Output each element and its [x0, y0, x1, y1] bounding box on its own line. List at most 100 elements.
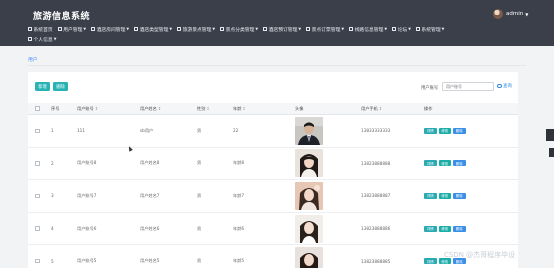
sort-icon[interactable]: ⇕	[158, 106, 162, 111]
app-page: 旅游信息系统 admin ▼ 系统首页 用户管理 ▼ 酒店房间管理 ▼ 酒店类型管理…	[0, 0, 554, 268]
search-icon	[497, 83, 502, 89]
nav-item-attractions[interactable]: 旅游景点管理 ▼	[177, 26, 215, 33]
nav-item-label: 景点订票管理	[311, 27, 341, 33]
chevron-down-icon: ▼	[441, 27, 445, 31]
detail-button[interactable]: 详情	[424, 127, 437, 134]
nav-item-routes[interactable]: 线路信息管理 ▼	[349, 26, 387, 33]
row-gender: 男	[197, 192, 202, 198]
row-account: 用户账号5	[77, 258, 97, 264]
row-account: 用户账号7	[77, 192, 97, 198]
row-index: 3	[51, 193, 54, 199]
nav-item-label: 论坛	[397, 27, 408, 33]
row-delete-button[interactable]: 删除	[453, 192, 466, 199]
top-header: 旅游信息系统 admin ▼ 系统首页 用户管理 ▼ 酒店房间管理 ▼ 酒店类型管理…	[0, 0, 554, 46]
nav-item-hotel-bookings[interactable]: 酒店预订管理 ▼	[263, 26, 301, 33]
column-header-account[interactable]: 用户账号⇕	[66, 106, 140, 112]
nav-item-ticket-orders[interactable]: 景点订票管理 ▼	[306, 26, 344, 33]
edit-button[interactable]: 修改	[438, 225, 451, 232]
sort-icon[interactable]: ⇕	[242, 106, 246, 111]
search-button[interactable]: 查询	[497, 83, 512, 89]
nav-item-label: 酒店类型管理	[139, 27, 169, 33]
avatar	[295, 214, 323, 243]
column-header-name[interactable]: 用户姓名⇕	[140, 106, 197, 112]
home-icon	[28, 27, 32, 31]
row-delete-button[interactable]: 删除	[453, 160, 466, 167]
column-header-label: 性别	[197, 105, 206, 111]
search-input[interactable]	[442, 82, 494, 91]
column-header-age[interactable]: 年龄⇕	[233, 106, 295, 112]
search-button-label: 查询	[503, 84, 512, 89]
row-index: 4	[51, 226, 54, 232]
row-age: 年龄6	[233, 225, 245, 231]
sort-icon[interactable]: ⇕	[379, 106, 383, 111]
row-checkbox[interactable]	[35, 161, 40, 166]
delete-button[interactable]: 删除	[53, 82, 68, 91]
table-row: 4 用户账号6 用户姓名6 男 年龄6 13823888886 详情 修改 删除	[28, 213, 518, 246]
column-header-label: 用户姓名	[140, 105, 157, 111]
breadcrumb[interactable]: 用户	[28, 56, 38, 63]
detail-button[interactable]: 详情	[424, 160, 437, 167]
side-panel-toggle-secondary[interactable]	[549, 148, 554, 157]
edit-button[interactable]: 修改	[438, 127, 451, 134]
column-header-ops: 操作	[424, 105, 433, 111]
chevron-down-icon[interactable]: ▼	[525, 12, 528, 17]
app-title: 旅游信息系统	[33, 12, 91, 22]
chevron-down-icon: ▼	[408, 27, 411, 31]
column-header-gender[interactable]: 性别⇕	[197, 106, 233, 112]
user-name[interactable]: admin	[506, 11, 523, 17]
column-header-label: 用户手机	[361, 105, 378, 111]
nav-item-label: 旅游景点管理	[182, 27, 212, 33]
chevron-down-icon: ▼	[53, 37, 57, 41]
side-panel-toggle[interactable]	[546, 129, 554, 141]
column-header-label: 年龄	[233, 105, 242, 111]
row-delete-button[interactable]: 删除	[453, 225, 466, 232]
ticket-icon	[306, 27, 311, 31]
row-gender: 男	[197, 127, 202, 133]
nav-row: 系统首页 用户管理 ▼ 酒店房间管理 ▼ 酒店类型管理 ▼ 旅游景点管理 ▼ 景点分类管…	[28, 24, 518, 34]
row-age: 年龄8	[233, 160, 245, 166]
row-age: 年龄5	[233, 258, 245, 264]
select-all-checkbox[interactable]	[35, 106, 40, 111]
row-phone: 13833333333	[361, 128, 391, 134]
edit-button[interactable]: 修改	[438, 192, 451, 199]
add-button[interactable]: 新增	[35, 82, 50, 91]
nav-item-profile[interactable]: 个人信息 ▼	[28, 36, 56, 43]
nav-item-user-management[interactable]: 用户管理 ▼	[57, 26, 87, 33]
nav-item-forum[interactable]: 论坛 ▼	[392, 26, 411, 33]
user-avatar-icon[interactable]	[493, 9, 503, 19]
row-account: 用户账号8	[77, 160, 97, 166]
detail-button[interactable]: 详情	[424, 192, 437, 199]
watermark: CSDN @杰哥程序毕设	[444, 251, 516, 259]
edit-button[interactable]: 修改	[438, 160, 451, 167]
user-menu[interactable]: admin ▼	[493, 9, 528, 19]
grid-icon	[28, 37, 32, 41]
row-checkbox[interactable]	[35, 258, 40, 264]
chevron-down-icon: ▼	[83, 27, 87, 31]
detail-button[interactable]: 详情	[424, 225, 437, 232]
avatar	[295, 116, 323, 145]
content-card: 新增 删除 用户账号 查询 序号 用户账号⇕ 用户姓名⇕ 性别⇕ 年龄⇕ 头像 …	[28, 72, 518, 268]
column-header-phone[interactable]: 用户手机⇕	[361, 106, 424, 112]
row-checkbox[interactable]	[35, 226, 40, 231]
nav-item-label: 酒店预订管理	[268, 27, 298, 33]
row-account: 111	[77, 128, 85, 134]
table-row: 1 111 sb用户 男 22 13833333333 详情 修改 删除	[28, 115, 518, 148]
row-delete-button[interactable]: 删除	[453, 127, 466, 134]
row-account: 用户账号6	[77, 225, 97, 231]
sort-icon[interactable]: ⇕	[95, 106, 99, 111]
row-checkbox[interactable]	[35, 128, 40, 134]
nav-item-attraction-categories[interactable]: 景点分类管理 ▼	[220, 26, 258, 33]
grid-icon	[392, 27, 397, 31]
nav-item-hotel-rooms[interactable]: 酒店房间管理 ▼	[91, 26, 129, 33]
nav-item-label: 系统管理	[421, 27, 441, 33]
nav-item-label: 用户管理	[63, 27, 83, 33]
nav-item-hotel-types[interactable]: 酒店类型管理 ▼	[134, 26, 172, 33]
column-header-label: 用户账号	[77, 105, 94, 111]
detail-button[interactable]: 详情	[424, 258, 437, 265]
row-checkbox[interactable]	[35, 193, 40, 199]
nav-item-home[interactable]: 系统首页	[28, 26, 53, 33]
column-header-index: 序号	[51, 105, 60, 111]
nav-item-system[interactable]: 系统管理 ▼	[415, 26, 445, 33]
chevron-down-icon: ▼	[126, 27, 130, 31]
sort-icon[interactable]: ⇕	[206, 106, 210, 111]
